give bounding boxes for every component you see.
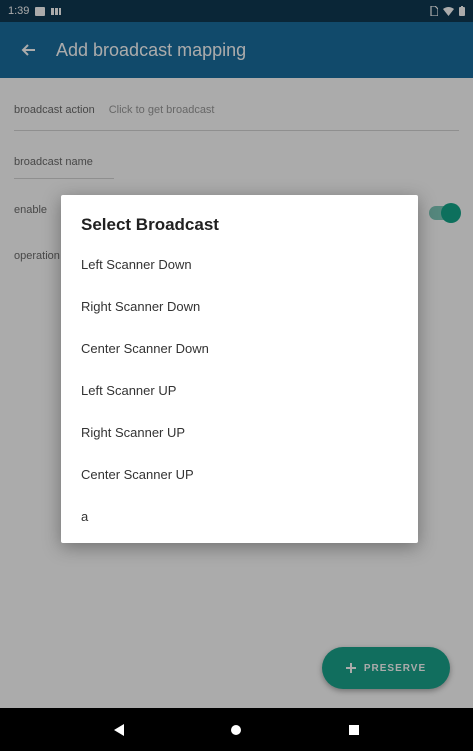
broadcast-list: Left Scanner Down Right Scanner Down Cen… xyxy=(61,243,418,537)
dialog-title: Select Broadcast xyxy=(81,215,219,234)
nav-back-button[interactable] xyxy=(99,710,139,750)
list-item[interactable]: Center Scanner Down xyxy=(61,327,418,369)
system-nav-bar xyxy=(0,708,473,751)
recents-square-icon xyxy=(349,724,360,735)
home-circle-icon xyxy=(231,724,242,735)
list-item[interactable]: Center Scanner UP xyxy=(61,453,418,495)
list-item[interactable]: a xyxy=(61,495,418,537)
list-item[interactable]: Left Scanner Down xyxy=(61,243,418,285)
select-broadcast-dialog: Select Broadcast Left Scanner Down Right… xyxy=(61,195,418,543)
list-item[interactable]: Left Scanner UP xyxy=(61,369,418,411)
nav-recents-button[interactable] xyxy=(334,710,374,750)
nav-home-button[interactable] xyxy=(216,710,256,750)
list-item[interactable]: Right Scanner Down xyxy=(61,285,418,327)
back-triangle-icon xyxy=(113,723,124,736)
list-item[interactable]: Right Scanner UP xyxy=(61,411,418,453)
